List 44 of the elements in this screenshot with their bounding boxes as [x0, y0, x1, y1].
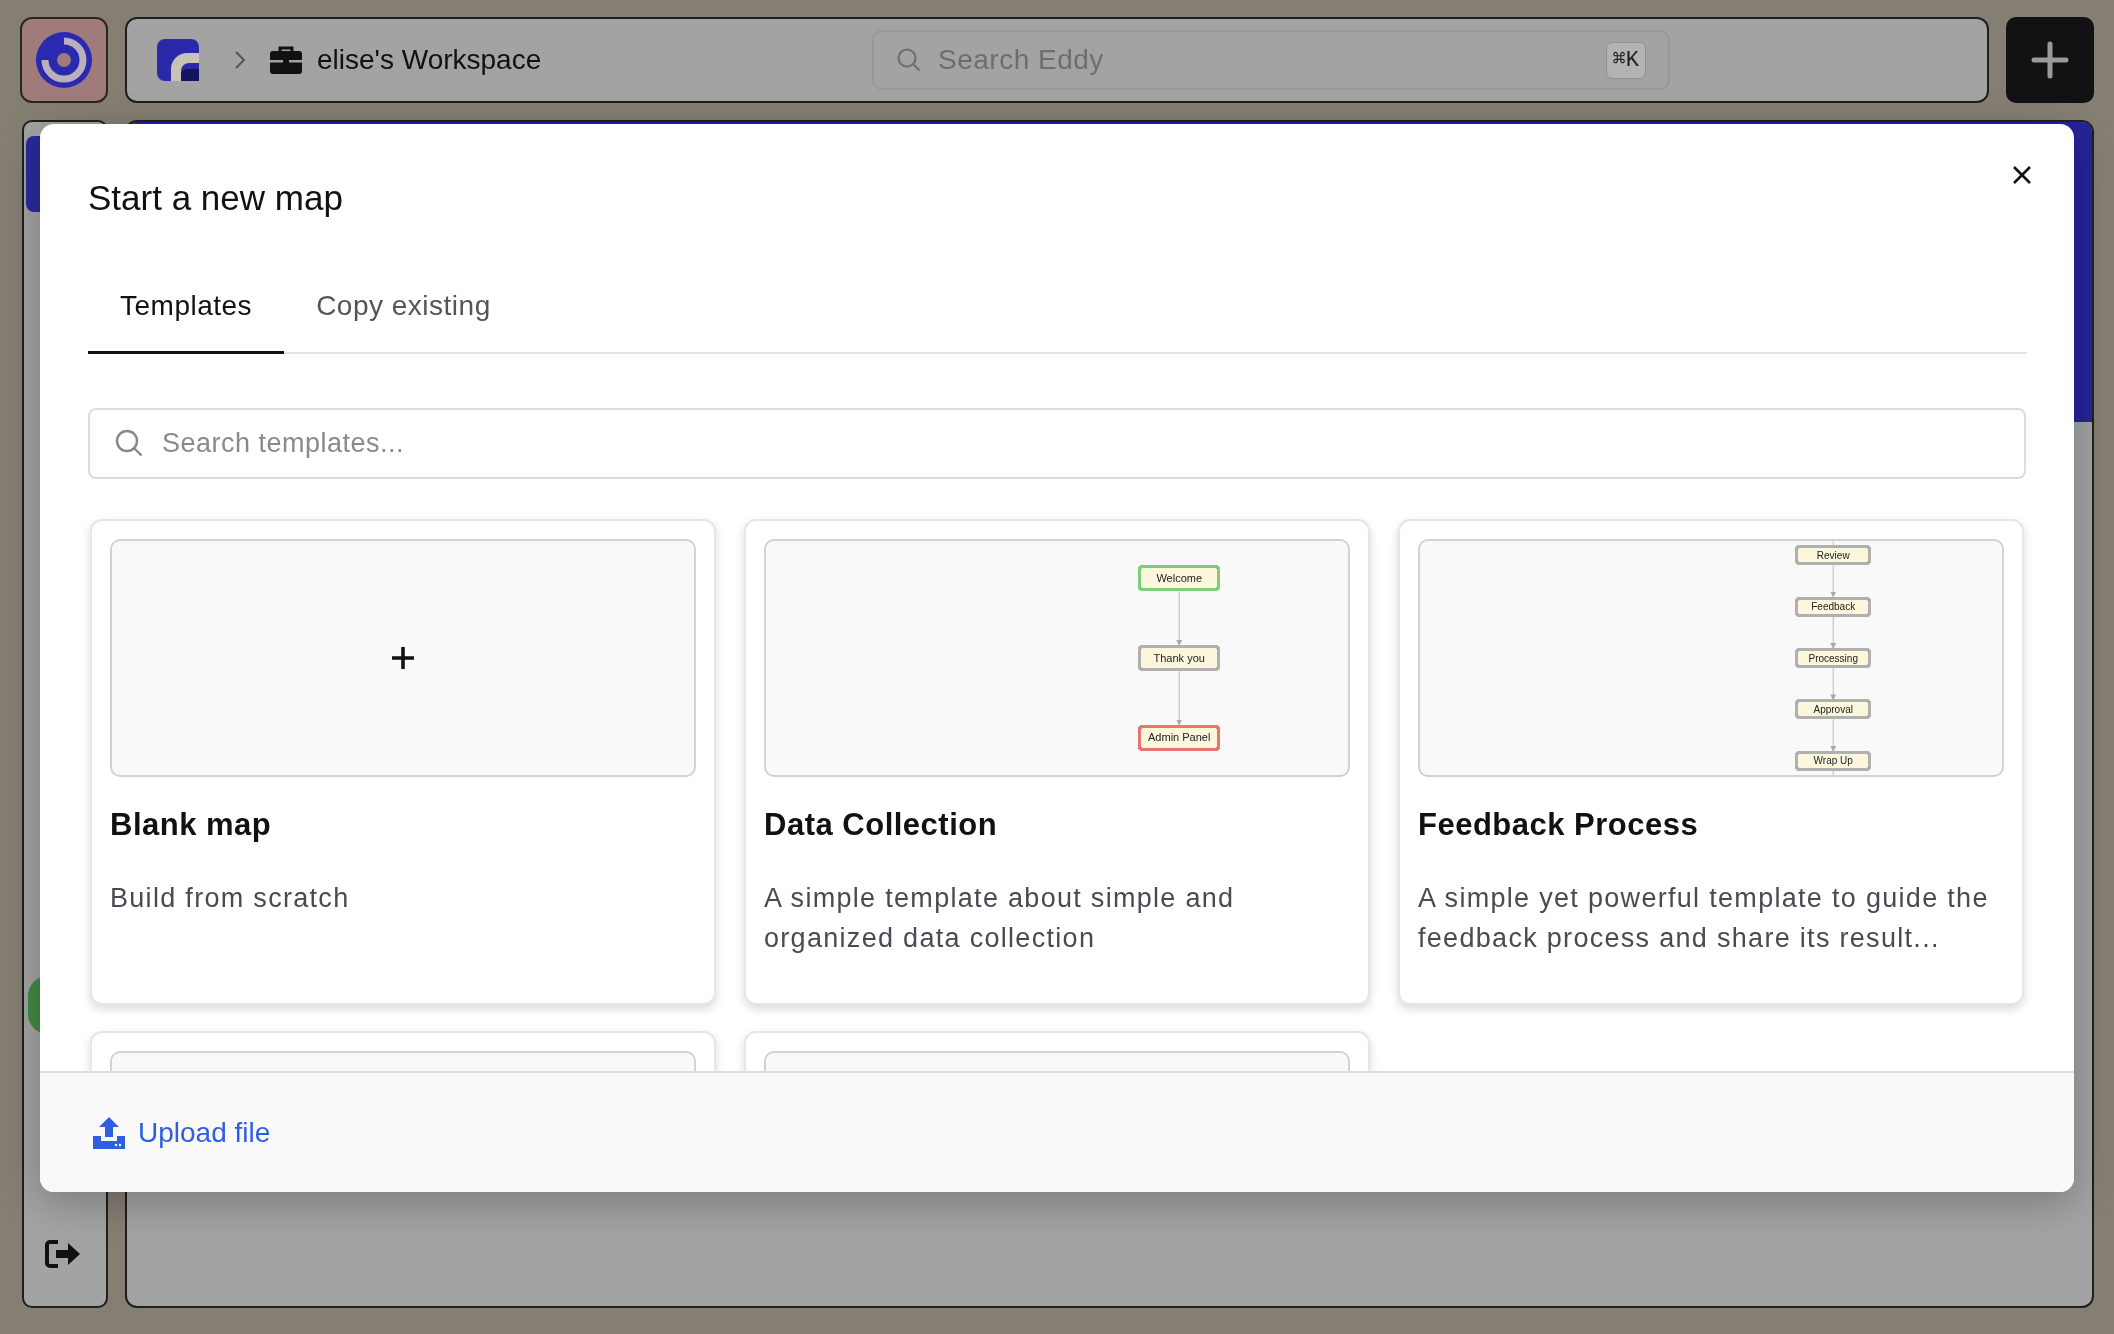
flow-node: Thank you	[1138, 644, 1220, 671]
connector-arrow	[1830, 667, 1837, 700]
flow-node: Wrap Up	[1795, 750, 1871, 771]
plus-icon	[390, 644, 416, 671]
template-description: Build from scratch	[110, 882, 351, 915]
template-title: Blank map	[110, 805, 273, 844]
flow-node: Welcome	[1138, 564, 1220, 591]
template-card[interactable]: Blank map Build from scratch	[90, 518, 716, 1005]
connector-arrow	[1830, 718, 1837, 752]
chevron-icon	[233, 49, 247, 71]
template-card[interactable]: Welcome Thank you Admin Panel Data Collection A simple template about simple and organized data collection	[744, 518, 1370, 1005]
connector-line	[1832, 540, 1834, 546]
flow-node: Admin Panel	[1138, 724, 1220, 751]
connector-line	[1832, 769, 1834, 775]
upload-file-button[interactable]: Upload file	[92, 1111, 271, 1154]
template-card[interactable]: Review Feedback Processing Approval Wrap Up Feedback Process A simple yet powerful template to guide the feedback process and share its result...	[1398, 518, 2024, 1005]
dialog-title: Start a new map	[88, 177, 343, 219]
connector-arrow	[1176, 590, 1183, 646]
flow-node: Processing	[1795, 647, 1871, 668]
logout-icon[interactable]	[44, 1239, 82, 1269]
briefcase-icon	[269, 45, 303, 75]
connector-arrow	[1830, 564, 1837, 597]
template-search-field[interactable]: Search templates...	[162, 413, 2024, 473]
template-search-box[interactable]: Search templates...	[88, 407, 2026, 479]
tab[interactable]: Copy existing	[284, 280, 523, 354]
flow-node: Feedback	[1795, 596, 1871, 617]
brand-logo[interactable]	[157, 39, 199, 81]
plus-icon	[2031, 41, 2069, 79]
template-description: A simple yet powerful template to guide the feedback process and share its result...	[1418, 882, 1990, 955]
search-icon	[896, 47, 922, 73]
connector-arrow	[1830, 615, 1837, 649]
template-title: Data Collection	[764, 805, 999, 844]
shortcut-key: ⌘K	[1605, 41, 1646, 79]
tab[interactable]: Templates	[88, 280, 285, 354]
template-title: Feedback Process	[1418, 805, 1700, 844]
search-icon	[114, 428, 144, 458]
workspace-name[interactable]: elise's Workspace	[317, 39, 542, 81]
flow-node: Review	[1795, 544, 1871, 565]
connector-arrow	[1176, 670, 1183, 726]
flow-node: Approval	[1795, 698, 1871, 719]
app-logo[interactable]	[20, 17, 108, 103]
template-description: A simple template about simple and organized data collection	[764, 882, 1236, 955]
add-button[interactable]	[2006, 17, 2094, 103]
upload-icon	[92, 1115, 126, 1150]
